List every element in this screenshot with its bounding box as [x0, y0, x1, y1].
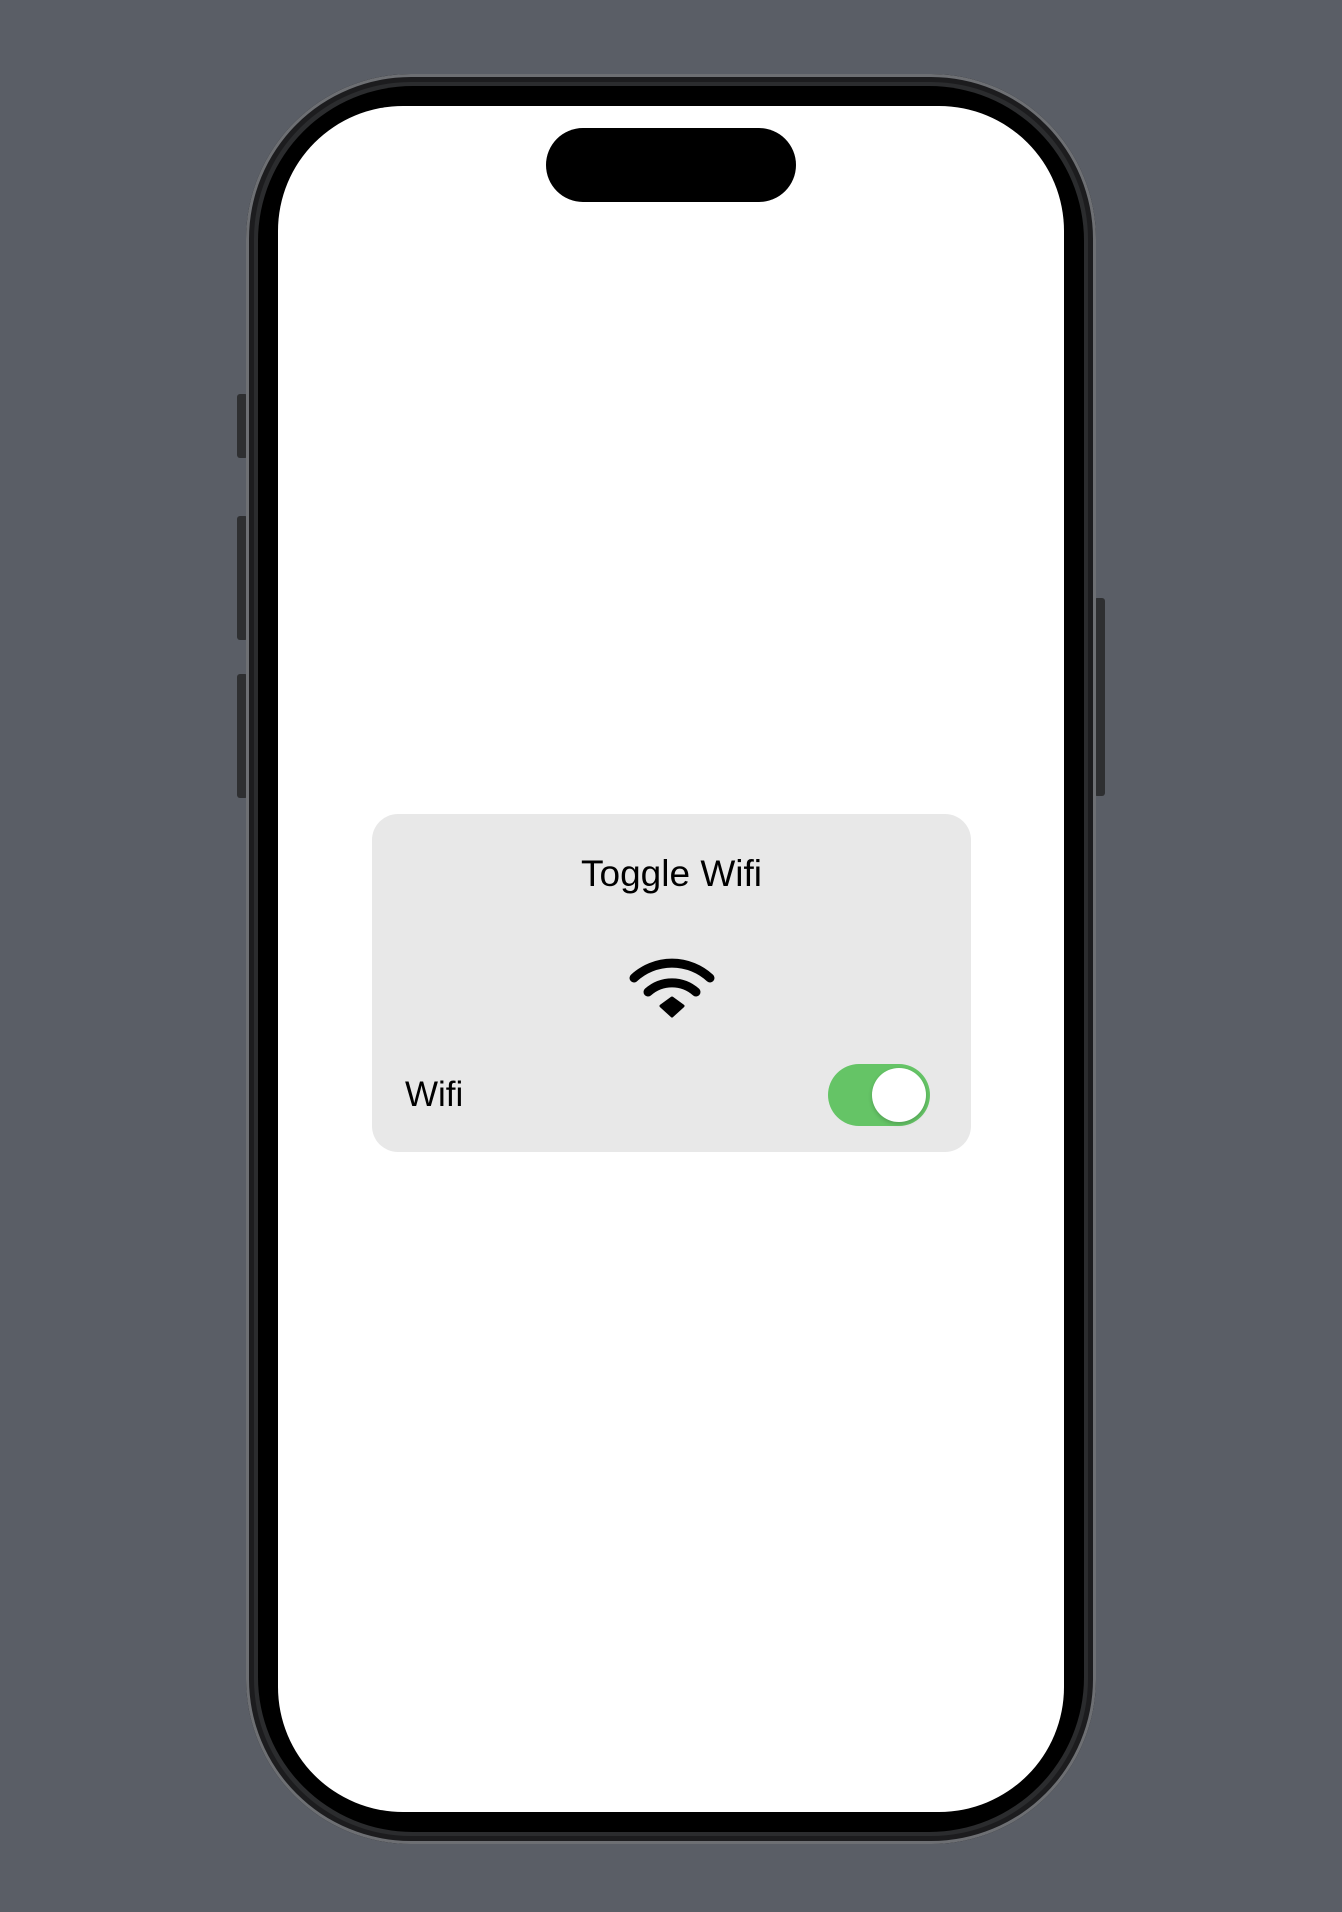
phone-screen: Toggle Wifi Wifi [278, 106, 1064, 1812]
card-title: Toggle Wifi [581, 853, 762, 894]
wifi-toggle[interactable] [828, 1064, 930, 1126]
dynamic-island [546, 128, 796, 202]
simulator-canvas: Toggle Wifi Wifi [0, 0, 1342, 1912]
wifi-row-label: Wifi [405, 1075, 464, 1114]
toggle-knob [872, 1068, 926, 1122]
wifi-toggle-card: Toggle Wifi Wifi [372, 814, 971, 1152]
wifi-icon [629, 958, 715, 1018]
